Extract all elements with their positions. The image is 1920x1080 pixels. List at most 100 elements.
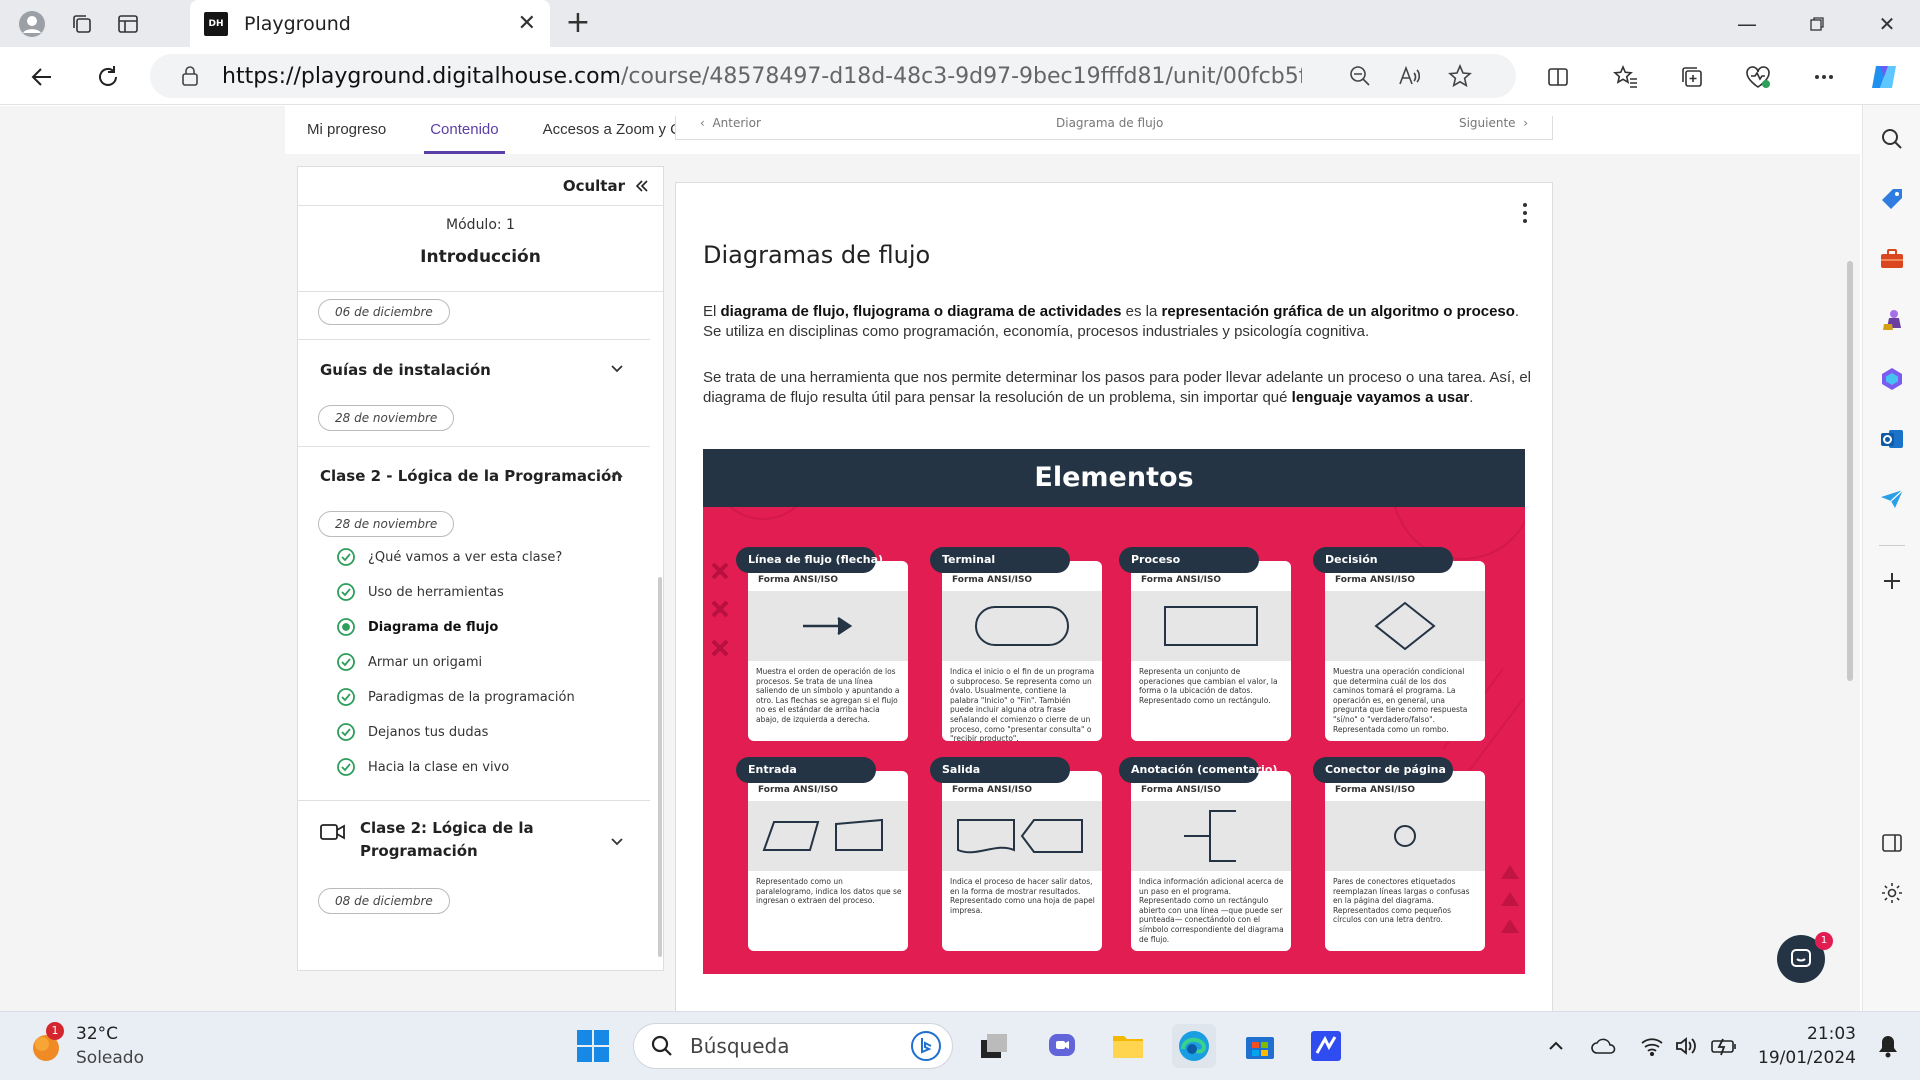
section-clase2-title[interactable]: Clase 2 - Lógica de la Programación — [320, 467, 622, 485]
clock-time: 21:03 — [1807, 1024, 1856, 1044]
lesson-item[interactable]: Uso de herramientas — [336, 582, 504, 602]
chat-notification-badge: 1 — [1815, 932, 1833, 950]
element-name: Terminal — [930, 547, 1070, 573]
read-aloud-icon[interactable] — [1396, 62, 1424, 90]
shopping-tag-icon[interactable] — [1876, 183, 1908, 215]
tab-close-icon[interactable]: ✕ — [518, 11, 536, 36]
chat-icon — [1791, 949, 1811, 967]
windows-start-icon[interactable] — [571, 1024, 615, 1068]
favorites-icon[interactable] — [1608, 59, 1644, 95]
split-screen-icon[interactable] — [1540, 59, 1576, 95]
kebab-menu-icon[interactable] — [1522, 201, 1528, 225]
chevron-up-icon[interactable] — [1534, 1024, 1578, 1068]
profile-icon[interactable] — [14, 6, 50, 42]
address-toolbar: https://playground.digitalhouse.com/cour… — [0, 47, 1920, 105]
games-chess-icon[interactable] — [1876, 303, 1908, 335]
workspaces-icon[interactable] — [64, 6, 100, 42]
url-bar[interactable]: https://playground.digitalhouse.com/cour… — [150, 54, 1516, 98]
check-circle-icon — [337, 688, 355, 706]
weather-badge: 1 — [46, 1022, 64, 1040]
check-circle-icon — [337, 548, 355, 566]
tab-contenido[interactable]: Contenido — [408, 106, 520, 154]
divider — [1879, 545, 1905, 546]
lesson-item-current[interactable]: Diagrama de flujo — [336, 617, 498, 637]
hide-sidebar-button[interactable]: Ocultar — [563, 177, 649, 195]
tab-mi-progreso[interactable]: Mi progreso — [285, 106, 408, 154]
element-form-label: Forma ANSI/ISO — [1141, 785, 1222, 795]
send-plane-icon[interactable] — [1876, 483, 1908, 515]
restore-button[interactable] — [1782, 0, 1852, 47]
check-circle-icon — [337, 758, 355, 776]
bing-icon[interactable] — [910, 1030, 942, 1062]
system-clock[interactable]: 21:03 19/01/2024 — [1750, 1022, 1856, 1070]
prev-next-bar: ‹ Anterior Diagrama de flujo Siguiente › — [675, 116, 1553, 140]
element-name: Entrada — [736, 757, 876, 783]
browser-essentials-icon[interactable] — [1740, 59, 1776, 95]
task-view-icon[interactable] — [972, 1024, 1016, 1068]
page-scrollbar[interactable] — [1847, 261, 1853, 681]
hide-sidebar-panel-icon[interactable] — [1876, 827, 1908, 859]
windows-taskbar: 1 32°C Soleado Búsqueda 21:03 19/01/2024 — [0, 1011, 1920, 1080]
vertical-tabs-icon[interactable] — [110, 6, 146, 42]
notifications-bell-icon[interactable] — [1866, 1024, 1910, 1068]
edge-browser-icon[interactable] — [1172, 1024, 1216, 1068]
section-video-title[interactable]: Clase 2: Lógica de la Programación — [360, 817, 534, 863]
weather-widget[interactable]: 1 32°C Soleado — [28, 1022, 178, 1072]
lesson-item[interactable]: Paradigmas de la programación — [336, 687, 575, 707]
flow-arrow-shape — [748, 591, 908, 661]
annotation-bracket-shape — [1131, 801, 1291, 871]
vscode-like-app-icon[interactable] — [1304, 1024, 1348, 1068]
settings-gear-icon[interactable] — [1876, 877, 1908, 909]
digitalhouse-favicon: DH — [204, 11, 228, 36]
next-link[interactable]: Siguiente › — [1459, 116, 1528, 130]
outlook-icon[interactable] — [1876, 423, 1908, 455]
reload-button[interactable] — [88, 57, 128, 97]
onedrive-cloud-icon[interactable] — [1582, 1024, 1626, 1068]
decision-diamond-shape — [1325, 591, 1485, 661]
search-icon[interactable] — [1876, 123, 1908, 155]
chevron-down-icon[interactable] — [608, 359, 626, 377]
add-icon[interactable] — [1876, 565, 1908, 597]
microsoft-store-icon[interactable] — [1238, 1024, 1282, 1068]
element-form-label: Forma ANSI/ISO — [758, 575, 839, 585]
process-rectangle-shape — [1131, 591, 1291, 661]
element-form-label: Forma ANSI/ISO — [952, 575, 1033, 585]
element-description: Indica el proceso de hacer salir datos, … — [950, 877, 1095, 915]
favorite-star-icon[interactable] — [1446, 62, 1474, 90]
microsoft-365-icon[interactable] — [1876, 363, 1908, 395]
date-badge: 28 de noviembre — [318, 405, 455, 431]
search-placeholder: Búsqueda — [690, 1034, 790, 1058]
file-explorer-icon[interactable] — [1106, 1024, 1150, 1068]
lesson-item[interactable]: Armar un origami — [336, 652, 482, 672]
lesson-item[interactable]: ¿Qué vamos a ver esta clase? — [336, 547, 562, 567]
lock-icon[interactable] — [176, 62, 204, 90]
battery-charging-icon[interactable] — [1702, 1024, 1746, 1068]
element-card: Entrada Forma ANSI/ISO Representado como… — [736, 757, 908, 951]
copilot-icon[interactable] — [1866, 59, 1902, 95]
chevron-down-icon[interactable] — [608, 832, 626, 850]
infographic-title: Elementos — [703, 449, 1525, 507]
section-guias-title[interactable]: Guías de instalación — [320, 361, 491, 379]
chevron-up-icon[interactable] — [608, 466, 626, 484]
module-label: Módulo: 1 — [446, 217, 515, 233]
collections-icon[interactable] — [1674, 59, 1710, 95]
more-options-icon[interactable] — [1806, 59, 1842, 95]
new-tab-button[interactable]: + — [560, 6, 596, 42]
element-description: Muestra el orden de operación de los pro… — [756, 667, 900, 724]
browser-tab-active[interactable]: DH Playground ✕ — [190, 0, 550, 47]
prev-link[interactable]: ‹ Anterior — [700, 116, 761, 130]
lesson-item[interactable]: Hacia la clase en vivo — [336, 757, 509, 777]
tools-briefcase-icon[interactable] — [1876, 243, 1908, 275]
lesson-item[interactable]: Dejanos tus dudas — [336, 722, 488, 742]
minimize-button[interactable]: — — [1712, 0, 1782, 47]
close-window-button[interactable]: ✕ — [1852, 0, 1920, 47]
back-button[interactable] — [22, 57, 62, 97]
teams-chat-icon[interactable] — [1040, 1024, 1084, 1068]
paragraph-2: Se trata de una herramienta que nos perm… — [703, 369, 1532, 406]
lesson-title: Diagramas de flujo — [703, 241, 931, 269]
zoom-out-icon[interactable] — [1346, 62, 1374, 90]
sidebar-scrollbar[interactable] — [658, 577, 662, 957]
taskbar-search[interactable]: Búsqueda — [633, 1023, 953, 1069]
hide-label: Ocultar — [562, 177, 625, 195]
url-text[interactable]: https://playground.digitalhouse.com/cour… — [222, 64, 1302, 89]
